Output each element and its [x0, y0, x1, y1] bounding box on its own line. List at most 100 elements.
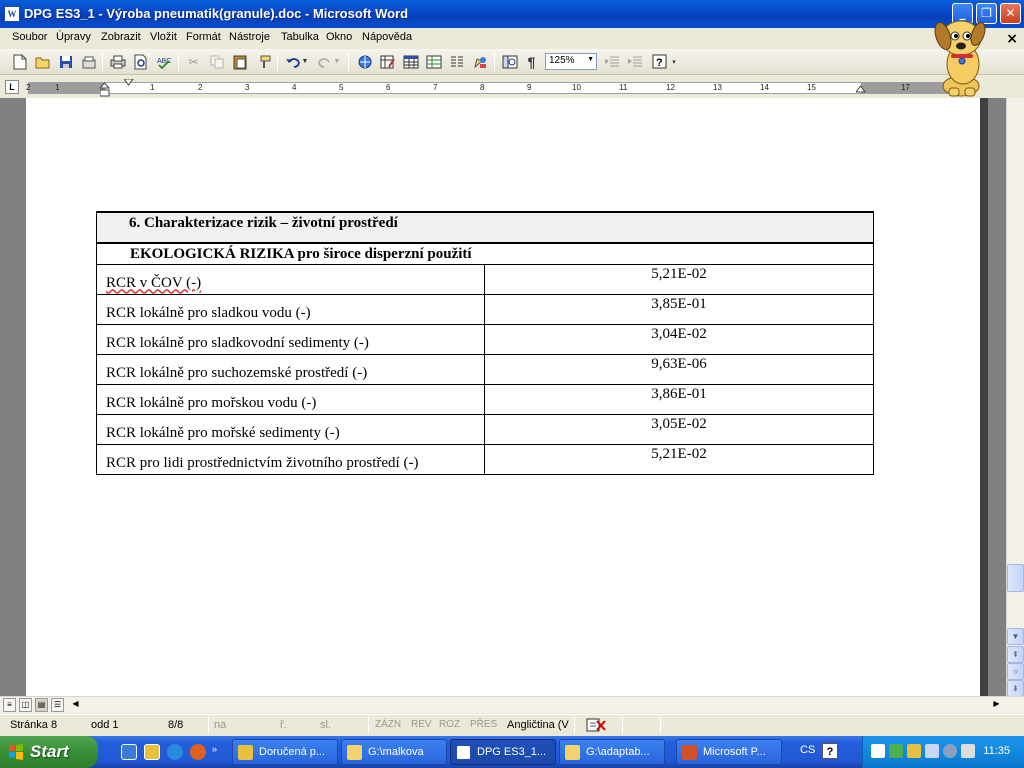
- volume-tray-icon[interactable]: [961, 744, 975, 758]
- hyperlink-icon[interactable]: [355, 52, 374, 71]
- status-language[interactable]: Angličtina (V: [507, 719, 569, 731]
- menu-upravy[interactable]: Úpravy: [56, 31, 91, 43]
- rcr-label[interactable]: RCR lokálně pro sladkou vodu (-): [96, 293, 485, 325]
- outline-view-icon[interactable]: ☰: [51, 698, 64, 712]
- task-powerpoint[interactable]: Microsoft P...: [676, 739, 782, 765]
- browse-object-icon[interactable]: ○: [1007, 663, 1024, 680]
- document-map-icon[interactable]: [500, 52, 519, 71]
- mail-tray-icon[interactable]: [871, 744, 885, 758]
- zoom-dropdown[interactable]: 125% ▼: [545, 53, 597, 70]
- spelling-status-icon[interactable]: [585, 717, 607, 736]
- rcr-label[interactable]: RCR pro lidi prostřednictvím životního p…: [96, 443, 485, 475]
- tables-borders-icon[interactable]: [378, 52, 397, 71]
- close-document-icon[interactable]: ×: [1006, 31, 1018, 47]
- menu-okno[interactable]: Okno: [326, 31, 352, 43]
- table-row[interactable]: RCR lokálně pro mořské sedimenty (-) 3,0…: [96, 413, 874, 445]
- outlook-express-icon[interactable]: [121, 744, 137, 760]
- task-word-document[interactable]: DPG ES3_1...: [450, 739, 556, 765]
- undo-dropdown-icon[interactable]: ▼: [300, 52, 310, 71]
- right-indent-marker[interactable]: [856, 85, 866, 93]
- show-formatting-icon[interactable]: ¶: [522, 52, 541, 71]
- table-row[interactable]: RCR v ČOV (-) 5,21E-02: [96, 263, 874, 295]
- document-area[interactable]: 6. Charakterizace rizik – životní prostř…: [0, 98, 1006, 696]
- menu-nastroje[interactable]: Nástroje: [229, 31, 270, 43]
- risk-table[interactable]: 6. Charakterizace rizik – životní prostř…: [96, 211, 874, 475]
- quicklaunch-more-icon[interactable]: »: [212, 744, 220, 760]
- task-outlook[interactable]: Doručená p...: [232, 739, 338, 765]
- start-button[interactable]: Start: [0, 736, 98, 768]
- rcr-label[interactable]: RCR lokálně pro sladkovodní sedimenty (-…: [96, 323, 485, 355]
- section-heading[interactable]: 6. Charakterizace rizik – životní prostř…: [96, 211, 874, 244]
- close-button[interactable]: ✕: [1000, 3, 1021, 24]
- new-icon[interactable]: [10, 52, 29, 71]
- status-ext[interactable]: ROZ: [439, 719, 460, 730]
- redo-dropdown-icon[interactable]: ▼: [332, 52, 342, 71]
- print-layout-icon[interactable]: ▤: [35, 698, 48, 712]
- media-player-icon[interactable]: [190, 744, 206, 760]
- status-rec[interactable]: ZÁZN: [375, 719, 401, 730]
- title-bar[interactable]: W DPG ES3_1 - Výroba pneumatik(granule).…: [0, 0, 1024, 28]
- insert-excel-icon[interactable]: [424, 52, 443, 71]
- rcr-value[interactable]: 5,21E-02: [484, 263, 874, 295]
- rcr-value[interactable]: 3,86E-01: [484, 383, 874, 415]
- menu-napoveda[interactable]: Nápověda: [362, 31, 412, 43]
- internet-explorer-icon[interactable]: [167, 744, 183, 760]
- status-ovr[interactable]: PŘES: [470, 719, 497, 730]
- insert-table-icon[interactable]: [401, 52, 420, 71]
- copy-icon[interactable]: [207, 52, 226, 71]
- permission-icon[interactable]: [79, 52, 98, 71]
- tray-app-icon[interactable]: [943, 744, 957, 758]
- help-icon[interactable]: ?: [650, 52, 669, 71]
- office-assistant-icon[interactable]: [931, 14, 997, 98]
- network-tray-icon[interactable]: [925, 744, 939, 758]
- rcr-value[interactable]: 9,63E-06: [484, 353, 874, 385]
- menu-format[interactable]: Formát: [186, 31, 221, 43]
- scroll-thumb[interactable]: [1007, 564, 1024, 592]
- table-subheading[interactable]: EKOLOGICKÁ RIZIKA pro široce disperzní p…: [96, 242, 874, 265]
- increase-indent-icon[interactable]: [625, 52, 644, 71]
- task-folder-malkova[interactable]: G:\malkova: [341, 739, 447, 765]
- horizontal-ruler[interactable]: L 1 2 1 2 3 4 5 6 7 8 9 10 11 12 13 14 1…: [0, 76, 1024, 98]
- language-indicator[interactable]: CS: [800, 744, 815, 756]
- menu-vlozit[interactable]: Vložit: [150, 31, 177, 43]
- task-folder-adaptab[interactable]: G:\adaptab...: [559, 739, 665, 765]
- print-preview-icon[interactable]: [131, 52, 150, 71]
- cut-icon[interactable]: ✂: [184, 52, 203, 71]
- rcr-value[interactable]: 5,21E-02: [484, 443, 874, 475]
- open-icon[interactable]: [33, 52, 52, 71]
- table-row[interactable]: RCR lokálně pro mořskou vodu (-) 3,86E-0…: [96, 383, 874, 415]
- table-row[interactable]: RCR lokálně pro sladkovodní sedimenty (-…: [96, 323, 874, 355]
- rcr-label[interactable]: RCR lokálně pro mořskou vodu (-): [96, 383, 485, 415]
- web-layout-icon[interactable]: ◫: [19, 698, 32, 712]
- ruler-strip[interactable]: 1 2 1 2 3 4 5 6 7 8 9 10 11 12 13 14 15 …: [26, 82, 948, 94]
- horizontal-scrollbar[interactable]: ≡ ◫ ▤ ☰ ◀ ▶: [0, 696, 1024, 713]
- tray-app-icon[interactable]: [907, 744, 921, 758]
- language-bar-help-icon[interactable]: ?: [822, 743, 838, 759]
- format-painter-icon[interactable]: [253, 52, 272, 71]
- print-icon[interactable]: [108, 52, 127, 71]
- toolbar-options-icon[interactable]: ▾: [670, 52, 678, 71]
- table-row[interactable]: RCR lokálně pro suchozemské prostředí (-…: [96, 353, 874, 385]
- rcr-label[interactable]: RCR v ČOV (-): [96, 263, 485, 295]
- word-app-icon[interactable]: W: [4, 6, 20, 22]
- drawing-icon[interactable]: [470, 52, 489, 71]
- menu-soubor[interactable]: Soubor: [12, 31, 47, 43]
- rcr-value[interactable]: 3,04E-02: [484, 323, 874, 355]
- rcr-value[interactable]: 3,05E-02: [484, 413, 874, 445]
- decrease-indent-icon[interactable]: [602, 52, 621, 71]
- rcr-label[interactable]: RCR lokálně pro mořské sedimenty (-): [96, 413, 485, 445]
- spelling-icon[interactable]: ABC: [154, 52, 173, 71]
- scroll-right-button[interactable]: ▶: [990, 698, 1003, 712]
- menu-zobrazit[interactable]: Zobrazit: [101, 31, 141, 43]
- indent-markers[interactable]: [100, 80, 110, 98]
- next-page-icon[interactable]: ⇟: [1007, 680, 1024, 697]
- columns-icon[interactable]: [447, 52, 466, 71]
- rcr-value[interactable]: 3,85E-01: [484, 293, 874, 325]
- tray-app-icon[interactable]: [889, 744, 903, 758]
- menu-tabulka[interactable]: Tabulka: [281, 31, 319, 43]
- table-row[interactable]: RCR pro lidi prostřednictvím životního p…: [96, 443, 874, 475]
- scroll-down-button[interactable]: ▼: [1007, 628, 1024, 645]
- rcr-label[interactable]: RCR lokálně pro suchozemské prostředí (-…: [96, 353, 485, 385]
- vertical-scrollbar[interactable]: ▼ ⇞ ○ ⇟: [1006, 98, 1024, 697]
- paste-icon[interactable]: [230, 52, 249, 71]
